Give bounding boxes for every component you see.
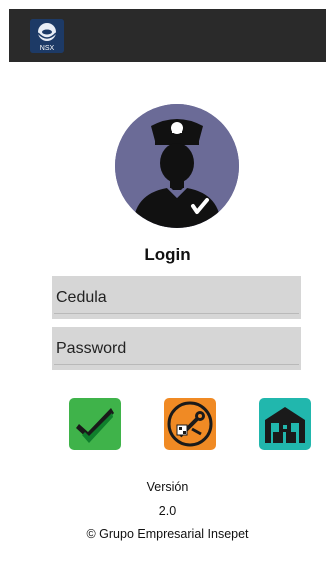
app-logo: NSX bbox=[30, 19, 64, 53]
checkmark-icon bbox=[76, 408, 114, 443]
tools-button[interactable] bbox=[164, 398, 216, 450]
warehouse-button[interactable] bbox=[259, 398, 311, 450]
version-label: Versión bbox=[146, 480, 189, 494]
warehouse-icon bbox=[265, 407, 305, 443]
security-guard-avatar-icon bbox=[115, 104, 239, 228]
password-underline bbox=[54, 364, 299, 365]
login-screen: Login Versión 2.0 bbox=[9, 62, 326, 576]
version-value: 2.0 bbox=[158, 504, 177, 518]
svg-text:NSX: NSX bbox=[40, 45, 55, 52]
left-frame bbox=[0, 0, 9, 576]
app-bar: NSX bbox=[9, 9, 326, 62]
copyright-text: © Grupo Empresarial Insepet bbox=[86, 527, 249, 541]
cedula-underline bbox=[54, 313, 299, 314]
checkmark-button[interactable] bbox=[69, 398, 121, 450]
login-title: Login bbox=[144, 245, 191, 264]
right-frame bbox=[326, 0, 335, 576]
tools-settings-icon bbox=[167, 401, 213, 447]
